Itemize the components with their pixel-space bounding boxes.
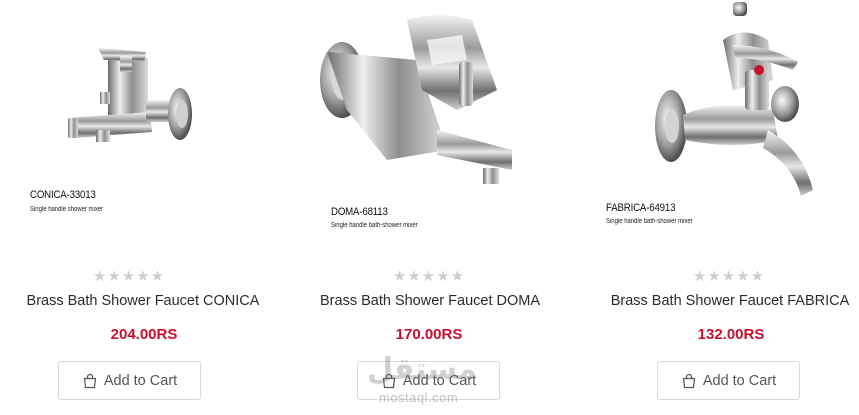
star-icon: ★ [392,268,408,285]
product-price: 132.00RS [697,326,765,343]
product-title[interactable]: Brass Bath Shower Faucet CONICA [0,293,286,309]
star-icon: ★ [450,268,466,285]
product-title[interactable]: Brass Bath Shower Faucet FABRICA [587,293,859,309]
add-to-cart-button[interactable]: Add to Cart [657,361,800,400]
star-icon: ★ [736,268,751,285]
product-price: 170.00RS [395,326,463,343]
faucet-illustration [655,2,813,196]
star-icon: ★ [92,268,108,285]
shopping-bag-icon [382,373,395,388]
add-to-cart-label: Add to Cart [103,372,178,389]
image-description-caption: Single handle bath-shower mixer [606,218,693,225]
star-rating: ★★★★★ [301,269,557,285]
star-icon: ★ [121,268,137,285]
product-image[interactable]: FABRICA-64913 Single handle bath-shower … [573,0,859,255]
product-title[interactable]: Brass Bath Shower Faucet DOMA [287,293,573,309]
shopping-bag-icon [83,373,96,388]
star-icon: ★ [421,268,437,285]
image-description-caption: Single handle bath-shower mixer [331,222,418,229]
product-image[interactable]: CONICA-33013 Single handle shower mixer [0,0,286,255]
add-to-cart-button[interactable]: Add to Cart [357,361,500,400]
star-icon: ★ [750,268,766,285]
image-model-caption: FABRICA-64913 [606,202,676,214]
star-icon: ★ [721,268,737,285]
faucet-illustration [320,15,512,184]
star-icon: ★ [136,268,151,285]
star-rating: ★★★★★ [1,269,257,285]
add-to-cart-label: Add to Cart [702,372,777,389]
star-icon: ★ [707,268,722,285]
star-rating: ★★★★★ [601,269,857,285]
shopping-bag-icon [682,373,695,388]
star-icon: ★ [436,268,451,285]
image-description-caption: Single handle shower mixer [30,206,104,213]
faucet-illustration [68,48,192,142]
add-to-cart-label: Add to Cart [402,372,477,389]
image-model-caption: CONICA-33013 [30,189,96,201]
star-icon: ★ [107,268,122,285]
product-image[interactable]: DOMA-68113 Single handle bath-shower mix… [287,0,573,255]
image-model-caption: DOMA-68113 [331,206,388,218]
product-card-fabrica: FABRICA-64913 Single handle bath-shower … [573,0,859,415]
product-price: 204.00RS [110,326,178,343]
star-icon: ★ [407,268,422,285]
product-card-conica: CONICA-33013 Single handle shower mixer … [0,0,286,415]
product-card-doma: DOMA-68113 Single handle bath-shower mix… [287,0,573,415]
star-icon: ★ [692,268,708,285]
star-icon: ★ [150,268,166,285]
add-to-cart-button[interactable]: Add to Cart [58,361,201,400]
product-grid: CONICA-33013 Single handle shower mixer … [0,0,859,415]
